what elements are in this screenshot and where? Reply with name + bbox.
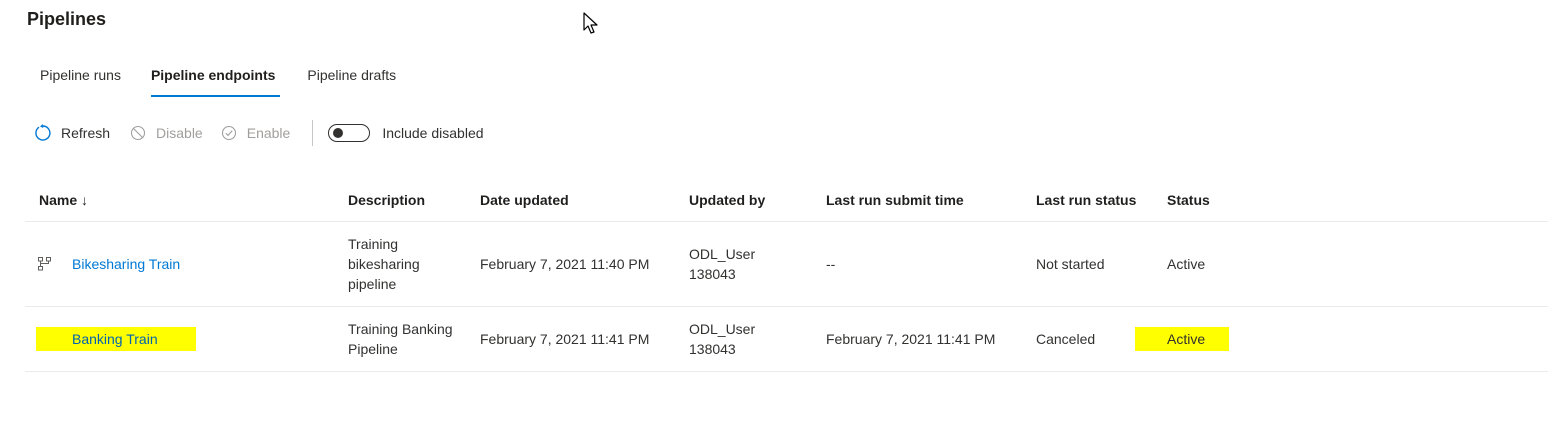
enable-label: Enable — [246, 125, 291, 141]
enable-icon — [220, 124, 238, 142]
tab-pipeline-runs[interactable]: Pipeline runs — [28, 64, 121, 97]
description-cell: Training Banking Pipeline — [348, 321, 453, 357]
last-run-submit-time-cell: February 7, 2021 11:41 PM — [826, 306, 1036, 372]
pipeline-endpoints-table: Name ↓ Description Date updated Updated … — [25, 178, 1548, 372]
table-row[interactable]: Banking Train Training Banking Pipeline … — [25, 306, 1548, 372]
table-row[interactable]: Bikesharing Train Training bikesharing p… — [25, 221, 1548, 307]
page-title: Pipelines — [27, 9, 107, 29]
disable-label: Disable — [156, 125, 203, 141]
mouse-cursor-icon — [583, 12, 598, 34]
tab-bar: Pipeline runs Pipeline endpoints Pipelin… — [28, 64, 428, 100]
status-cell: Active — [1167, 221, 1548, 307]
include-disabled-label: Include disabled — [382, 125, 484, 141]
updated-by-cell: ODL_User 138043 — [689, 246, 756, 282]
date-updated-cell: February 7, 2021 11:40 PM — [480, 221, 689, 307]
pipeline-name-link[interactable]: Banking Train — [36, 327, 196, 351]
last-run-status-cell: Not started — [1036, 221, 1167, 307]
include-disabled-toggle[interactable] — [328, 124, 371, 142]
pipeline-name-link[interactable]: Bikesharing Train — [72, 256, 180, 272]
last-run-submit-time-cell: -- — [826, 221, 1036, 307]
enable-button[interactable]: Enable — [220, 124, 291, 142]
refresh-icon — [34, 124, 52, 142]
column-header-name[interactable]: Name ↓ — [25, 178, 348, 222]
column-header-updated-by[interactable]: Updated by — [689, 178, 826, 222]
column-header-status[interactable]: Status — [1167, 178, 1548, 222]
status-cell: Active — [1135, 327, 1230, 351]
column-header-last-run-status[interactable]: Last run status — [1036, 178, 1167, 222]
table-header-row: Name ↓ Description Date updated Updated … — [25, 178, 1548, 222]
tab-pipeline-endpoints[interactable]: Pipeline endpoints — [150, 64, 281, 97]
refresh-button[interactable]: Refresh — [34, 124, 110, 142]
description-cell: Training bikesharing pipeline — [348, 236, 420, 292]
column-header-date-updated[interactable]: Date updated — [480, 178, 689, 222]
toggle-knob — [333, 128, 344, 138]
column-header-description[interactable]: Description — [348, 178, 480, 222]
disable-button[interactable]: Disable — [129, 124, 203, 142]
pipeline-icon — [37, 256, 53, 272]
updated-by-cell: ODL_User 138043 — [689, 321, 756, 357]
tab-pipeline-drafts[interactable]: Pipeline drafts — [307, 64, 396, 97]
toolbar: Refresh Disable Enable Include disabled — [34, 120, 484, 146]
toolbar-divider — [312, 120, 314, 146]
column-header-last-run-submit-time[interactable]: Last run submit time — [826, 178, 1036, 222]
disable-icon — [129, 124, 147, 142]
refresh-label: Refresh — [61, 125, 111, 141]
date-updated-cell: February 7, 2021 11:41 PM — [480, 306, 689, 372]
